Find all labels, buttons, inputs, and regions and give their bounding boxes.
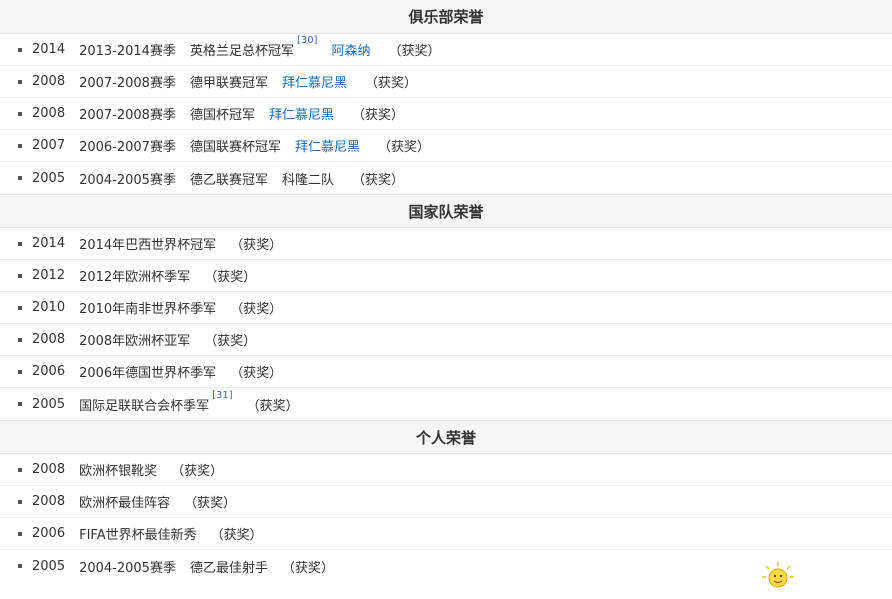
year: 2008 <box>32 74 65 89</box>
season: 2006-2007赛季 <box>79 136 176 155</box>
award: 国际足联联合会杯季军[31] <box>79 395 233 414</box>
bullet-icon <box>18 370 22 374</box>
season: 2004-2005赛季 <box>79 557 176 576</box>
bullet-icon <box>18 402 22 406</box>
section-national-team-honors: 国家队荣誉 2014 2014年巴西世界杯冠军 （获奖） 2012 2012年欧… <box>0 194 892 420</box>
bullet-icon <box>18 242 22 246</box>
reference-link[interactable]: [30] <box>297 35 318 46</box>
section-title: 国家队荣誉 <box>0 194 892 228</box>
bullet-icon <box>18 564 22 568</box>
year: 2006 <box>32 364 65 379</box>
season: 2007-2008赛季 <box>79 72 176 91</box>
status: （获奖） <box>230 234 282 253</box>
list-item: 2008 2008年欧洲杯亚军 （获奖） <box>0 324 892 356</box>
award: 德乙最佳射手 <box>190 557 268 576</box>
season: 2013-2014赛季 <box>79 40 176 59</box>
status: （获奖） <box>352 104 404 123</box>
list-item: 2008 2007-2008赛季 德国杯冠军 拜仁慕尼黑 （获奖） <box>0 98 892 130</box>
team-link[interactable]: 阿森纳 <box>332 40 371 59</box>
bullet-icon <box>18 112 22 116</box>
bullet-icon <box>18 468 22 472</box>
award: 德甲联赛冠军 <box>190 72 268 91</box>
sun-mascot-icon[interactable] <box>758 560 798 590</box>
team-link[interactable]: 拜仁慕尼黑 <box>282 72 347 91</box>
status: （获奖） <box>171 460 223 479</box>
list-item: 2008 2007-2008赛季 德甲联赛冠军 拜仁慕尼黑 （获奖） <box>0 66 892 98</box>
list-item: 2008 欧洲杯银靴奖 （获奖） <box>0 454 892 486</box>
award: 德国杯冠军 <box>190 104 255 123</box>
team-link[interactable]: 拜仁慕尼黑 <box>269 104 334 123</box>
award: 英格兰足总杯冠军[30] <box>190 40 318 59</box>
season: 2004-2005赛季 <box>79 169 176 188</box>
status: （获奖） <box>282 557 334 576</box>
status: （获奖） <box>230 298 282 317</box>
award: 2006年德国世界杯季军 <box>79 362 216 381</box>
year: 2005 <box>32 171 65 186</box>
year: 2008 <box>32 494 65 509</box>
list-item: 2007 2006-2007赛季 德国联赛杯冠军 拜仁慕尼黑 （获奖） <box>0 130 892 162</box>
year: 2012 <box>32 268 65 283</box>
season: 2007-2008赛季 <box>79 104 176 123</box>
award: 2008年欧洲杯亚军 <box>79 330 190 349</box>
award: 2014年巴西世界杯冠军 <box>79 234 216 253</box>
list-item: 2005 2004-2005赛季 德乙联赛冠军 科隆二队 （获奖） <box>0 162 892 194</box>
award: 2010年南非世界杯季军 <box>79 298 216 317</box>
year: 2005 <box>32 397 65 412</box>
status: （获奖） <box>352 169 404 188</box>
status: （获奖） <box>378 136 430 155</box>
year: 2008 <box>32 462 65 477</box>
status: （获奖） <box>230 362 282 381</box>
bullet-icon <box>18 532 22 536</box>
award: 2012年欧洲杯季军 <box>79 266 190 285</box>
list-item: 2010 2010年南非世界杯季军 （获奖） <box>0 292 892 324</box>
reference-link[interactable]: [31] <box>212 390 233 401</box>
status: （获奖） <box>204 266 256 285</box>
section-title: 个人荣誉 <box>0 420 892 454</box>
status: （获奖） <box>365 72 417 91</box>
bullet-icon <box>18 338 22 342</box>
list-item: 2006 FIFA世界杯最佳新秀 （获奖） <box>0 518 892 550</box>
year: 2014 <box>32 42 65 57</box>
award: 德乙联赛冠军 <box>190 169 268 188</box>
award-label: 国际足联联合会杯季军 <box>79 399 209 414</box>
award: FIFA世界杯最佳新秀 <box>79 524 197 543</box>
bullet-icon <box>18 500 22 504</box>
award: 德国联赛杯冠军 <box>190 136 281 155</box>
year: 2008 <box>32 106 65 121</box>
award: 欧洲杯银靴奖 <box>79 460 157 479</box>
list-item: 2012 2012年欧洲杯季军 （获奖） <box>0 260 892 292</box>
status: （获奖） <box>204 330 256 349</box>
year: 2005 <box>32 559 65 574</box>
bullet-icon <box>18 144 22 148</box>
award-label: 英格兰足总杯冠军 <box>190 44 294 59</box>
year: 2006 <box>32 526 65 541</box>
status: （获奖） <box>184 492 236 511</box>
status: （获奖） <box>389 40 441 59</box>
bullet-icon <box>18 48 22 52</box>
status: （获奖） <box>211 524 263 543</box>
year: 2014 <box>32 236 65 251</box>
bullet-icon <box>18 306 22 310</box>
team-name: 科隆二队 <box>282 169 334 188</box>
team-link[interactable]: 拜仁慕尼黑 <box>295 136 360 155</box>
year: 2008 <box>32 332 65 347</box>
list-item: 2014 2014年巴西世界杯冠军 （获奖） <box>0 228 892 260</box>
year: 2010 <box>32 300 65 315</box>
bullet-icon <box>18 176 22 180</box>
bullet-icon <box>18 274 22 278</box>
list-item: 2005 国际足联联合会杯季军[31] （获奖） <box>0 388 892 420</box>
list-item: 2008 欧洲杯最佳阵容 （获奖） <box>0 486 892 518</box>
year: 2007 <box>32 138 65 153</box>
list-item: 2014 2013-2014赛季 英格兰足总杯冠军[30] 阿森纳 （获奖） <box>0 34 892 66</box>
section-club-honors: 俱乐部荣誉 2014 2013-2014赛季 英格兰足总杯冠军[30] 阿森纳 … <box>0 0 892 194</box>
bullet-icon <box>18 80 22 84</box>
award: 欧洲杯最佳阵容 <box>79 492 170 511</box>
status: （获奖） <box>247 395 299 414</box>
section-personal-honors: 个人荣誉 2008 欧洲杯银靴奖 （获奖） 2008 欧洲杯最佳阵容 （获奖） … <box>0 420 892 582</box>
list-item: 2006 2006年德国世界杯季军 （获奖） <box>0 356 892 388</box>
section-title: 俱乐部荣誉 <box>0 0 892 34</box>
